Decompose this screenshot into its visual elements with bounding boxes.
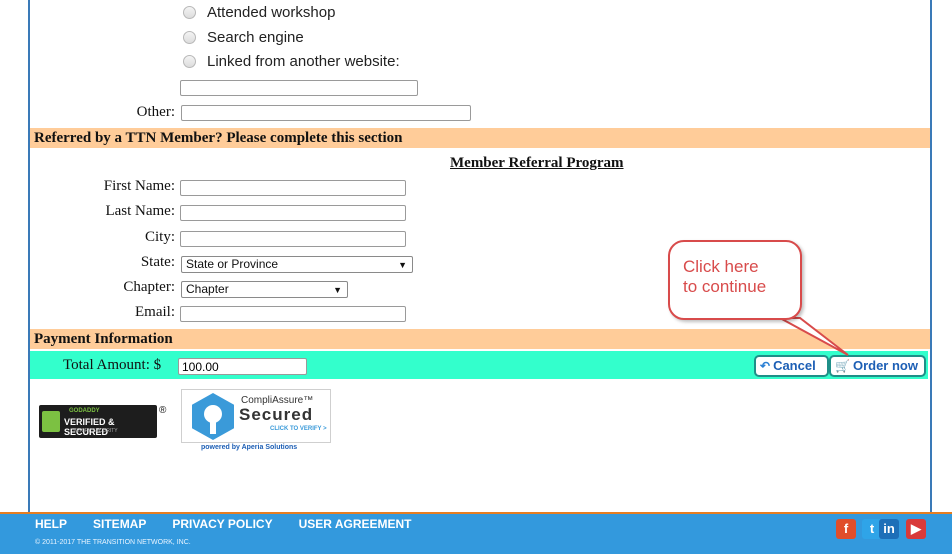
city-label: City: <box>144 229 175 245</box>
first-name-input[interactable] <box>180 180 406 196</box>
total-amount-input[interactable] <box>178 358 307 375</box>
powered-by-text: powered by Aperia Solutions <box>201 444 298 451</box>
facebook-icon[interactable]: f <box>836 519 856 539</box>
member-section-header: Referred by a TTN Member? Please complet… <box>30 128 930 148</box>
site-footer: HELP SITEMAP PRIVACY POLICY USER AGREEME… <box>0 512 952 554</box>
email-input[interactable] <box>180 306 406 322</box>
footer-link-privacy[interactable]: PRIVACY POLICY <box>172 517 272 531</box>
state-select-value: State or Province <box>186 257 279 271</box>
compli-verify-link: CLICK TO VERIFY > <box>270 426 327 432</box>
youtube-icon[interactable]: ▶ <box>906 519 926 539</box>
lock-icon <box>42 411 60 432</box>
callout-line-1: Click here <box>683 257 759 276</box>
chapter-label: Chapter: <box>123 279 175 295</box>
state-label: State: <box>140 254 175 270</box>
order-now-label: Order now <box>852 358 918 373</box>
city-input[interactable] <box>180 231 406 247</box>
state-select[interactable]: State or Province ▼ <box>181 256 413 273</box>
godaddy-brand: GODADDY <box>69 408 100 414</box>
copyright-text: © 2011-2017 THE TRANSITION NETWORK, INC. <box>35 539 191 546</box>
registered-mark: ® <box>159 405 167 416</box>
chapter-select-value: Chapter <box>186 282 229 296</box>
radio-button[interactable] <box>183 6 196 19</box>
member-referral-title: Member Referral Program <box>450 155 624 171</box>
radio-label: Search engine <box>207 29 304 46</box>
radio-button[interactable] <box>183 31 196 44</box>
chevron-down-icon: ▼ <box>333 285 342 295</box>
chapter-select[interactable]: Chapter ▼ <box>181 281 348 298</box>
last-name-input[interactable] <box>180 205 406 221</box>
compliassure-badge[interactable]: CompliAssure™ Secured CLICK TO VERIFY > <box>181 389 331 443</box>
radio-search-engine[interactable]: Search engine <box>183 29 304 46</box>
radio-label: Linked from another website: <box>207 53 400 70</box>
footer-nav: HELP SITEMAP PRIVACY POLICY USER AGREEME… <box>35 517 438 531</box>
footer-link-sitemap[interactable]: SITEMAP <box>93 517 146 531</box>
total-amount-label: Total Amount: $ <box>63 357 162 373</box>
radio-linked-website[interactable]: Linked from another website: <box>183 53 400 70</box>
last-name-label: Last Name: <box>105 203 175 219</box>
email-label: Email: <box>135 304 175 320</box>
linked-website-input[interactable] <box>180 80 418 96</box>
footer-link-user-agreement[interactable]: USER AGREEMENT <box>299 517 412 531</box>
godaddy-title: VERIFIED & SECURED <box>64 417 115 437</box>
compli-secured-text: Secured <box>239 405 314 424</box>
godaddy-verified-badge[interactable]: GODADDY VERIFIED & SECURED VERIFY SECURI… <box>39 405 157 438</box>
first-name-label: First Name: <box>103 178 175 194</box>
chevron-down-icon: ▼ <box>398 260 407 270</box>
radio-attended-workshop[interactable]: Attended workshop <box>183 4 335 21</box>
keyhole-stem <box>210 420 216 434</box>
click-here-callout: Click here to continue <box>668 240 802 320</box>
radio-label: Attended workshop <box>207 4 336 21</box>
other-label: Other: <box>136 104 175 120</box>
footer-link-help[interactable]: HELP <box>35 517 67 531</box>
callout-line-2: to continue <box>683 277 767 296</box>
other-input[interactable] <box>181 105 471 121</box>
linkedin-icon[interactable]: in <box>879 519 899 539</box>
godaddy-verify-text: VERIFY SECURITY <box>73 428 118 434</box>
radio-button[interactable] <box>183 55 196 68</box>
